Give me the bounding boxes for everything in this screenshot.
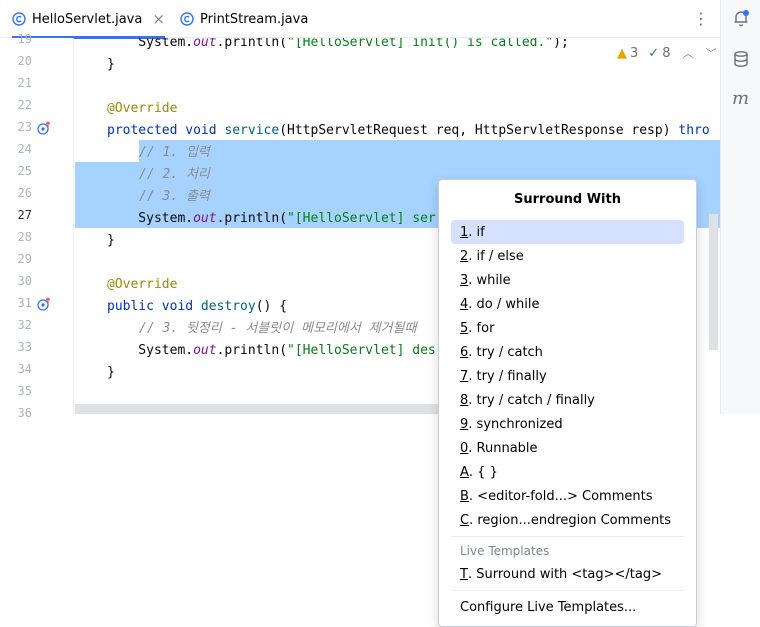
code-line: System.out.println("[HelloServlet] des bbox=[107, 343, 436, 358]
surround-with-popup: Surround With 1. if 2. if / else 3. whil… bbox=[438, 179, 697, 627]
tab-label: PrintStream.java bbox=[200, 11, 309, 27]
line-number: 19 bbox=[17, 32, 32, 46]
code-line: @Override bbox=[107, 277, 178, 292]
surround-item-editor-fold[interactable]: B. <editor-fold...> Comments bbox=[451, 484, 684, 508]
code-line: // 1. 입력 bbox=[139, 145, 210, 160]
surround-item-try-catch-finally[interactable]: 8. try / catch / finally bbox=[451, 388, 684, 412]
surround-item-synchronized[interactable]: 9. synchronized bbox=[451, 412, 684, 436]
line-number: 26 bbox=[17, 186, 32, 200]
surround-item-for[interactable]: 5. for bbox=[451, 316, 684, 340]
chevron-up-icon[interactable]: ︿ bbox=[682, 45, 693, 61]
warning-count: 3 bbox=[630, 45, 639, 61]
weak-warning-count: 8 bbox=[662, 45, 671, 61]
horizontal-scroll-thumb[interactable] bbox=[75, 404, 447, 414]
popup-separator bbox=[451, 536, 684, 537]
override-method-icon[interactable] bbox=[37, 121, 51, 135]
surround-item-tag[interactable]: T. Surround with <tag></tag> bbox=[451, 562, 684, 586]
vertical-scroll-thumb[interactable] bbox=[709, 214, 718, 350]
code-line: @Override bbox=[107, 101, 178, 116]
line-number: 24 bbox=[17, 142, 32, 156]
chevron-down-icon[interactable]: ﹀ bbox=[705, 45, 716, 61]
tab-printstream[interactable]: PrintStream.java bbox=[180, 0, 308, 38]
surround-item-do-while[interactable]: 4. do / while bbox=[451, 292, 684, 316]
current-line-number: 27 bbox=[17, 208, 32, 222]
tab-label: HelloServlet.java bbox=[32, 11, 143, 27]
java-class-icon bbox=[12, 12, 26, 26]
line-number: 23 bbox=[17, 120, 32, 134]
inspection-widget[interactable]: ▲ 3 ✓ 8 ︿ ﹀ bbox=[617, 44, 716, 62]
warning-icon: ▲ bbox=[617, 45, 627, 61]
code-line: public void destroy() { bbox=[107, 299, 288, 314]
line-number: 36 bbox=[17, 406, 32, 420]
surround-item-braces[interactable]: A. { } bbox=[451, 460, 684, 484]
surround-item-if-else[interactable]: 2. if / else bbox=[451, 244, 684, 268]
line-number: 33 bbox=[17, 340, 32, 354]
code-line: } bbox=[107, 57, 115, 72]
code-line: System.out.println("[HelloServlet] ser bbox=[107, 211, 436, 226]
code-line: System.out.println("[HelloServlet] init(… bbox=[107, 38, 569, 50]
database-icon[interactable] bbox=[731, 49, 751, 69]
code-line: // 2. 처리 bbox=[139, 167, 210, 182]
line-number: 22 bbox=[17, 98, 32, 112]
close-icon[interactable]: × bbox=[152, 10, 165, 28]
line-number: 30 bbox=[17, 274, 32, 288]
popup-separator bbox=[451, 590, 684, 591]
line-number: 32 bbox=[17, 318, 32, 332]
notifications-bell-icon[interactable] bbox=[731, 8, 751, 28]
svg-text:m: m bbox=[732, 88, 749, 108]
code-line: } bbox=[107, 365, 115, 380]
code-line: protected void service(HttpServletReques… bbox=[107, 123, 710, 138]
tab-helloservlet[interactable]: HelloServlet.java × bbox=[12, 0, 165, 39]
weak-warning-icon: ✓ bbox=[648, 45, 660, 61]
line-number: 21 bbox=[17, 76, 32, 90]
surround-item-try-finally[interactable]: 7. try / finally bbox=[451, 364, 684, 388]
configure-live-templates-link[interactable]: Configure Live Templates... bbox=[451, 595, 684, 619]
editor-tab-bar: HelloServlet.java × PrintStream.java ⋮ bbox=[0, 0, 720, 39]
surround-item-try-catch[interactable]: 6. try / catch bbox=[451, 340, 684, 364]
maven-icon[interactable]: m bbox=[731, 88, 751, 108]
line-number: 25 bbox=[17, 164, 32, 178]
override-method-icon[interactable] bbox=[37, 297, 51, 311]
line-number: 31 bbox=[17, 296, 32, 310]
java-class-icon bbox=[180, 12, 194, 26]
selection-highlight bbox=[139, 140, 720, 162]
right-tool-bar: m bbox=[720, 0, 760, 414]
surround-item-if[interactable]: 1. if bbox=[451, 220, 684, 244]
line-number: 28 bbox=[17, 230, 32, 244]
line-number-gutter: 19 20 21 22 23 24 25 26 27 28 29 30 31 3… bbox=[0, 32, 74, 420]
surround-item-region[interactable]: C. region...endregion Comments bbox=[451, 508, 684, 532]
line-number: 34 bbox=[17, 362, 32, 376]
code-line: } bbox=[107, 233, 115, 248]
surround-item-while[interactable]: 3. while bbox=[451, 268, 684, 292]
code-line: // 3. 출력 bbox=[139, 189, 210, 204]
popup-title: Surround With bbox=[514, 192, 621, 207]
more-options-icon[interactable]: ⋮ bbox=[693, 9, 709, 29]
live-templates-group-label: Live Templates bbox=[460, 544, 550, 558]
line-number: 35 bbox=[17, 384, 32, 398]
surround-item-runnable[interactable]: 0. Runnable bbox=[451, 436, 684, 460]
line-number: 20 bbox=[17, 54, 32, 68]
line-number: 29 bbox=[17, 252, 32, 266]
code-line: // 3. 뒷정리 - 서블릿이 메모리에서 제거될때 bbox=[139, 321, 417, 336]
